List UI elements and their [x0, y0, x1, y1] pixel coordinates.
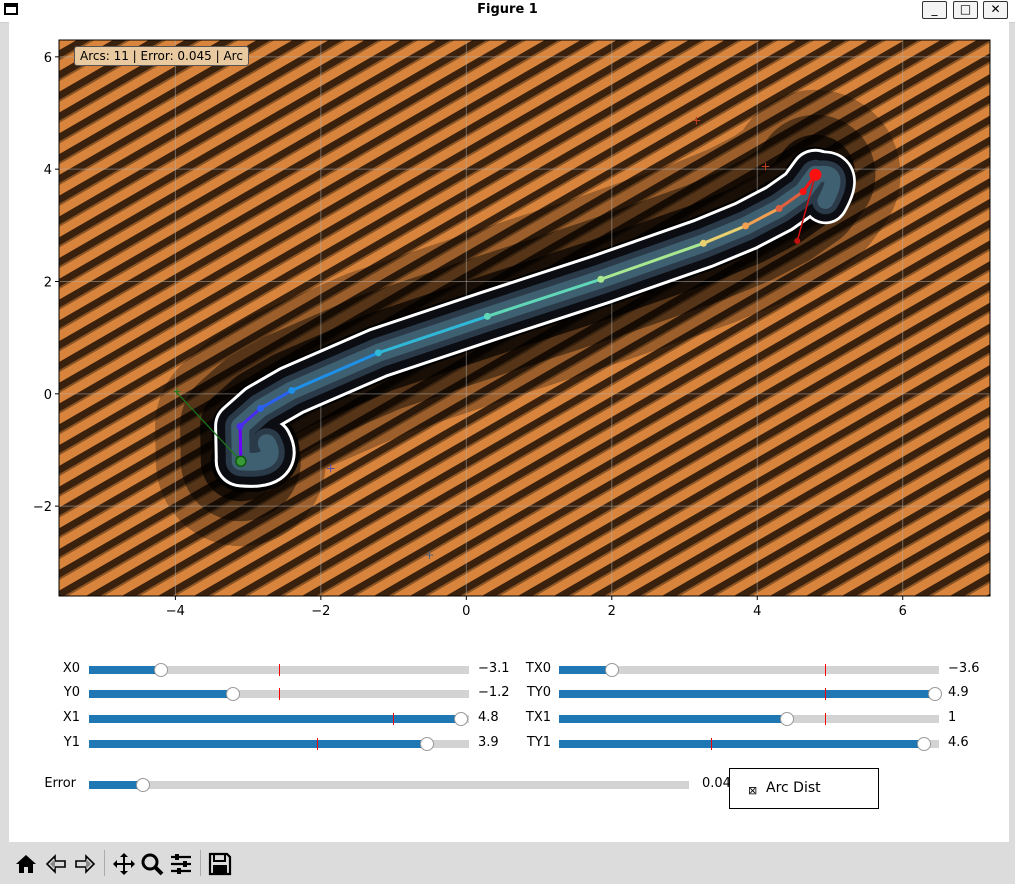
minimize-button[interactable]: _ — [922, 1, 947, 19]
slider-label: Y1 — [63, 735, 80, 750]
toolbar-separator — [200, 850, 201, 876]
slider-fill — [89, 781, 143, 789]
slider-fill — [89, 715, 461, 723]
slider-fill — [89, 690, 233, 698]
pan-icon[interactable] — [112, 852, 136, 876]
arc-point — [597, 275, 605, 283]
slider-label: Error — [44, 776, 76, 791]
slider-label: TY0 — [526, 685, 551, 700]
slider-fill — [559, 690, 935, 698]
slider-handle[interactable] — [154, 663, 168, 677]
save-icon[interactable] — [208, 852, 232, 876]
slider-fill — [559, 715, 787, 723]
y-tick-label: 4 — [44, 163, 52, 178]
checkbox-mark-icon[interactable]: ⊠ — [748, 784, 757, 797]
y-tick-label: 0 — [44, 388, 52, 403]
x-tick-label: −2 — [311, 604, 330, 619]
configure-icon[interactable] — [169, 852, 193, 876]
x-tick-label: 0 — [462, 604, 470, 619]
cross-marker: + — [761, 159, 771, 173]
title-bar: Figure 1 _ □ ✕ — [0, 0, 1015, 23]
slider-label: X1 — [62, 710, 80, 725]
slider-value: 3.9 — [478, 735, 499, 750]
cross-marker: + — [424, 548, 434, 562]
slider-value: −3.6 — [948, 661, 980, 676]
slider-value: 0.04 — [702, 776, 731, 791]
arc-point — [775, 204, 783, 212]
maximize-button[interactable]: □ — [953, 1, 978, 19]
close-button[interactable]: ✕ — [983, 1, 1008, 19]
slider-value: −3.1 — [478, 661, 510, 676]
slider-handle[interactable] — [780, 712, 794, 726]
slider-label: TX0 — [525, 661, 551, 676]
back-icon[interactable] — [44, 852, 68, 876]
arc-dist-checkbox[interactable]: ⊠ Arc Dist — [729, 768, 879, 809]
slider-label: TX1 — [525, 710, 551, 725]
slider-label: TY1 — [526, 735, 551, 750]
slider-handle[interactable] — [917, 737, 931, 751]
home-icon[interactable] — [14, 852, 38, 876]
slider-handle[interactable] — [454, 712, 468, 726]
arc-point — [288, 386, 296, 394]
slider-handle[interactable] — [420, 737, 434, 751]
x-tick-label: 2 — [608, 604, 616, 619]
slider-value: −1.2 — [478, 685, 510, 700]
start-point — [235, 455, 247, 467]
y-tick-label: 2 — [44, 275, 52, 290]
x-tick-label: −4 — [166, 604, 185, 619]
arc-point — [236, 422, 244, 430]
arc-point — [699, 239, 707, 247]
arc-point — [799, 188, 807, 196]
arc-point — [483, 312, 491, 320]
forward-icon[interactable] — [73, 852, 97, 876]
slider-value: 4.8 — [478, 710, 499, 725]
end-tangent-handle — [794, 238, 801, 245]
end-point — [809, 168, 822, 181]
slider-init-marker — [279, 688, 280, 700]
slider-handle[interactable] — [226, 687, 240, 701]
slider-init-marker — [825, 713, 826, 725]
cross-marker: + — [326, 462, 336, 476]
checkbox-label: Arc Dist — [766, 780, 821, 796]
slider-track[interactable] — [89, 781, 689, 789]
slider-init-marker — [317, 738, 318, 750]
slider-label: Y0 — [63, 685, 80, 700]
navigation-toolbar — [0, 842, 1015, 884]
arc-point — [742, 222, 750, 230]
y-tick-label: −2 — [33, 500, 52, 515]
arc-point — [374, 349, 382, 357]
y-tick-label: 6 — [44, 51, 52, 66]
toolbar-separator — [104, 850, 105, 876]
slider-handle[interactable] — [928, 687, 942, 701]
slider-handle[interactable] — [136, 778, 150, 792]
status-readout: Arcs: 11 | Error: 0.045 | Arc — [74, 46, 249, 66]
x-tick-label: 6 — [899, 604, 907, 619]
slider-init-marker — [825, 688, 826, 700]
x-tick-label: 4 — [753, 604, 761, 619]
plot-area[interactable]: + + + + + — [59, 40, 990, 596]
slider-value: 4.6 — [948, 735, 969, 750]
slider-fill — [89, 740, 427, 748]
window-title: Figure 1 — [477, 2, 538, 17]
slider-handle[interactable] — [605, 663, 619, 677]
slider-init-marker — [279, 664, 280, 676]
slider-value: 1 — [948, 710, 957, 725]
arc-point — [256, 404, 264, 412]
slider-init-marker — [711, 738, 712, 750]
slider-init-marker — [825, 664, 826, 676]
start-tangent-marker: + — [172, 385, 181, 398]
slider-value: 4.9 — [948, 685, 969, 700]
slider-init-marker — [393, 713, 394, 725]
slider-fill — [89, 666, 161, 674]
cross-marker: + — [691, 113, 701, 127]
zoom-icon[interactable] — [140, 852, 164, 876]
y-axis: −2 0 2 4 6 — [33, 51, 59, 515]
slider-label: X0 — [62, 661, 80, 676]
x-axis: −4 −2 0 2 4 6 — [166, 596, 907, 619]
slider-fill — [559, 740, 924, 748]
